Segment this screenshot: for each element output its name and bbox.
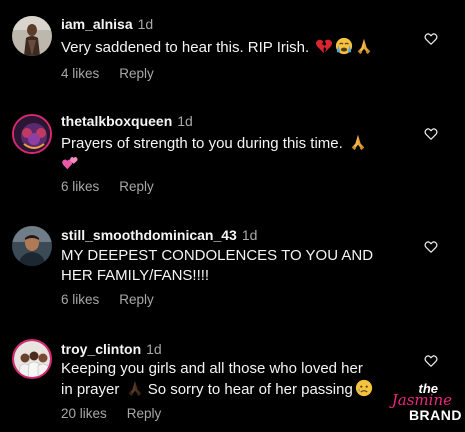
two-hearts-emoji [61, 154, 79, 172]
comment-text: Keeping you girls and all those who love… [61, 359, 421, 400]
crying-face-emoji [335, 37, 353, 55]
comment-actions: 6 likes Reply [61, 179, 154, 194]
likes-count[interactable]: 6 likes [61, 292, 99, 307]
avatar[interactable] [12, 339, 52, 379]
comment-text: MY DEEPEST CONDOLENCES TO YOU AND HER FA… [61, 246, 406, 286]
comment-text-content: Prayers of strength to you during this t… [61, 135, 343, 152]
avatar[interactable] [12, 114, 52, 154]
comment-meta: iam_alnisa 1d [61, 16, 153, 32]
comment-text-content: Very saddened to hear this. RIP Irish. [61, 39, 310, 56]
heart-icon[interactable] [424, 240, 438, 254]
username[interactable]: troy_clinton [61, 341, 141, 357]
reply-button[interactable]: Reply [119, 66, 154, 81]
likes-count[interactable]: 4 likes [61, 66, 99, 81]
broken-heart-emoji [315, 37, 333, 55]
watermark-jasmine: Jasmine [391, 391, 452, 409]
comment-item: iam_alnisa 1d Very saddened to hear this.… [0, 0, 465, 100]
avatar[interactable] [12, 226, 52, 266]
brand-watermark: the Jasmine BRAND [382, 382, 462, 428]
comment-text-line: in prayer [61, 381, 120, 398]
comment-actions: 20 likes Reply [61, 406, 161, 421]
likes-count[interactable]: 6 likes [61, 179, 99, 194]
comment-time: 1d [146, 341, 162, 357]
comment-meta: thetalkboxqueen 1d [61, 113, 193, 129]
username[interactable]: thetalkboxqueen [61, 113, 172, 129]
comment-actions: 4 likes Reply [61, 66, 154, 81]
username[interactable]: still_smoothdominican_43 [61, 227, 237, 243]
username[interactable]: iam_alnisa [61, 16, 133, 32]
comment-meta: troy_clinton 1d [61, 341, 162, 357]
avatar[interactable] [12, 16, 52, 56]
heart-icon[interactable] [424, 354, 438, 368]
heart-icon[interactable] [424, 127, 438, 141]
folded-hands-emoji [349, 133, 367, 151]
folded-hands-dark-emoji [126, 379, 144, 397]
folded-hands-emoji [355, 37, 373, 55]
reply-button[interactable]: Reply [119, 292, 154, 307]
reply-button[interactable]: Reply [127, 406, 162, 421]
comment-time: 1d [137, 16, 154, 32]
comment-text: Very saddened to hear this. RIP Irish. [61, 37, 406, 58]
comment-text: Prayers of strength to you during this t… [61, 133, 406, 175]
sad-face-emoji [355, 379, 373, 397]
comment-actions: 6 likes Reply [61, 292, 154, 307]
comment-text-line: So sorry to hear of her passing [147, 381, 353, 398]
watermark-brand: BRAND [408, 407, 462, 423]
comment-time: 1d [241, 227, 258, 243]
heart-icon[interactable] [424, 32, 438, 46]
comment-meta: still_smoothdominican_43 1d [61, 227, 257, 243]
comment-text-line: HER FAMILY/FANS!!!! [61, 267, 210, 284]
comment-text-line: MY DEEPEST CONDOLENCES TO YOU AND [61, 247, 374, 264]
likes-count[interactable]: 20 likes [61, 406, 107, 421]
comment-time: 1d [177, 113, 193, 129]
reply-button[interactable]: Reply [119, 179, 154, 194]
comment-text-line: Keeping you girls and all those who love… [61, 360, 363, 377]
